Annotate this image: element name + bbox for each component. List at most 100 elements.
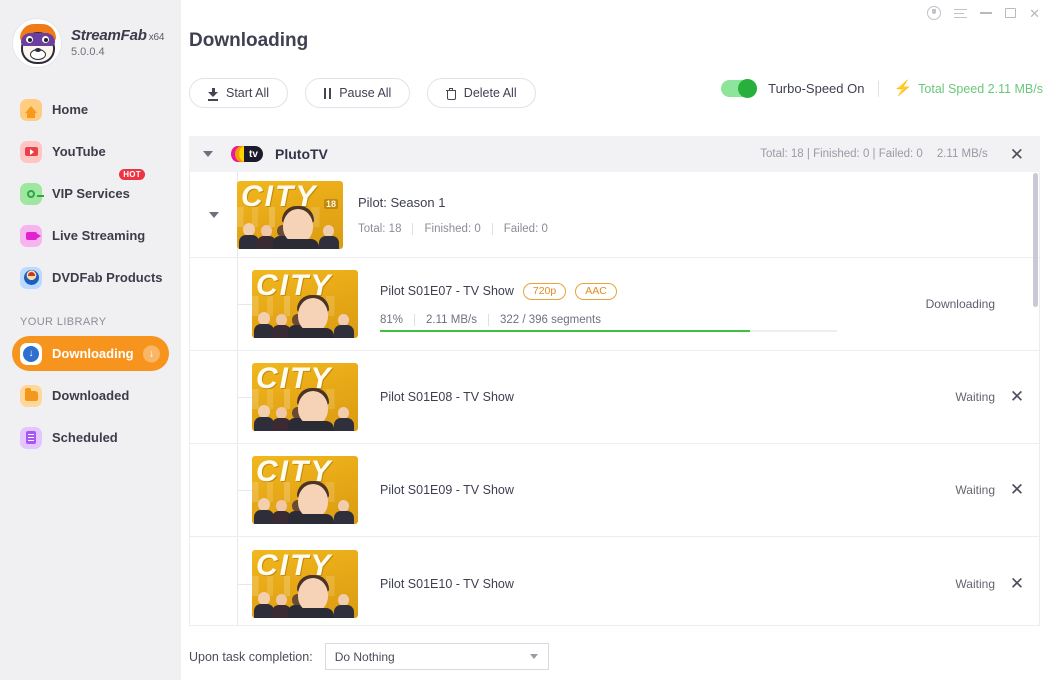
total-speed-label: Total Speed 2.11 MB/s (918, 81, 1043, 96)
audio-badge: AAC (575, 282, 617, 300)
app-window: StreamFab x64 5.0.0.4 Home YouTube VIP Se… (0, 0, 1050, 680)
sidebar-item-label: Home (52, 102, 89, 117)
home-icon (20, 98, 42, 121)
episode-speed: 2.11 MB/s (426, 313, 477, 326)
group-stats: Total: 18 | Finished: 0 | Failed: 0 (760, 148, 923, 160)
season-collapse-toggle[interactable] (190, 211, 237, 218)
season-failed: Failed: 0 (503, 222, 548, 235)
sidebar-item-home[interactable]: Home (12, 92, 169, 127)
download-list-panel: tv PlutoTV Total: 18 | Finished: 0 | Fai… (189, 136, 1040, 626)
season-title: Pilot: Season 1 (358, 194, 446, 210)
brand-header: StreamFab x64 5.0.0.4 (0, 0, 181, 68)
tree-connector (237, 583, 252, 585)
brand-version: 5.0.0.4 (71, 46, 105, 59)
youtube-icon (20, 140, 42, 163)
footer-bar: Upon task completion: Do Nothing (189, 643, 549, 670)
episode-segments: 322 / 396 segments (499, 313, 601, 326)
trash-icon (445, 87, 457, 100)
table-row[interactable]: CITY (190, 351, 1039, 444)
pause-all-label: Pause All (339, 86, 392, 100)
primary-nav: Home YouTube VIP Services HOT Live Strea… (0, 92, 181, 295)
sidebar-item-vip-services[interactable]: VIP Services HOT (12, 169, 169, 211)
sidebar-item-downloading[interactable]: ↓ Downloading ↓ (12, 336, 169, 371)
list-scrollbar[interactable] (1032, 173, 1039, 625)
select-value: Do Nothing (334, 649, 395, 664)
divider (878, 80, 880, 97)
main-content: ✕ Downloading Start All Pause All Delete… (181, 0, 1050, 680)
season-total: Total: 18 (358, 222, 402, 235)
sidebar-item-label: Scheduled (52, 430, 118, 445)
sidebar-item-dvdfab-products[interactable]: DVDFab Products (12, 260, 169, 295)
delete-all-button[interactable]: Delete All (426, 78, 536, 108)
table-row[interactable]: CITY (190, 444, 1039, 537)
episode-poster-thumbnail: CITY (252, 456, 358, 524)
library-nav: ↓ Downloading ↓ Downloaded Scheduled (0, 336, 181, 455)
turbo-speed-toggle[interactable] (721, 79, 758, 98)
moon-icon[interactable] (927, 6, 942, 20)
status-badge: Waiting (955, 390, 995, 404)
folder-icon (20, 384, 42, 407)
poster-rating-badge: 18 (323, 198, 338, 209)
episode-percent: 81% (380, 313, 404, 326)
brand-arch: x64 (148, 32, 165, 44)
turbo-speed-area: Turbo-Speed On ⚡ Total Speed 2.11 MB/s (721, 79, 1043, 98)
download-arrow-icon-trailing: ↓ (143, 345, 160, 362)
status-badge: Waiting (955, 576, 995, 591)
pause-icon (323, 87, 332, 99)
plutotv-logo-icon: tv (231, 144, 263, 164)
episode-poster-thumbnail: CITY (252, 363, 358, 431)
group-close-button[interactable]: ✕ (1010, 146, 1024, 163)
progress-bar (380, 329, 837, 332)
group-header-plutotv[interactable]: tv PlutoTV Total: 18 | Finished: 0 | Fai… (189, 136, 1040, 172)
brand-name: StreamFab x64 (71, 27, 164, 44)
tree-connector (237, 304, 252, 305)
sidebar-item-label: Live Streaming (52, 228, 146, 243)
tree-line (237, 537, 238, 625)
progress-bar-fill (380, 329, 751, 332)
brand-name-text: StreamFab (71, 27, 147, 45)
season-row[interactable]: CITY 18 Pilot: Season 1 Total: 18 Finish… (190, 172, 1039, 258)
sidebar-item-label: Downloaded (52, 388, 130, 403)
status-badge: Waiting (955, 483, 995, 497)
minimize-icon[interactable] (980, 12, 993, 14)
quality-badge: 720p (522, 282, 567, 300)
upon-task-completion-select[interactable]: Do Nothing (324, 643, 549, 670)
scrollbar-thumb[interactable] (1033, 173, 1038, 307)
hamburger-menu-icon[interactable] (954, 8, 968, 18)
status-badge-hot: HOT (119, 169, 145, 180)
table-row[interactable]: CITY (190, 258, 1039, 351)
close-icon[interactable]: ✕ (1029, 7, 1040, 20)
start-all-label: Start All (226, 86, 270, 100)
table-row[interactable]: CITY (190, 537, 1039, 625)
sidebar-item-scheduled[interactable]: Scheduled (12, 420, 169, 455)
episode-title: Pilot S01E09 - TV Show (380, 483, 514, 497)
upon-task-completion-label: Upon task completion: (189, 649, 313, 664)
sidebar-item-youtube[interactable]: YouTube (12, 134, 169, 169)
list-icon (20, 426, 42, 449)
key-icon (20, 182, 44, 205)
sidebar-item-label: Downloading (52, 346, 134, 361)
download-list-body: CITY 18 Pilot: Season 1 Total: 18 Finish… (189, 172, 1040, 626)
episode-title: Pilot S01E08 - TV Show (380, 390, 514, 404)
start-all-button[interactable]: Start All (189, 78, 289, 108)
sidebar-item-label: YouTube (52, 144, 106, 159)
sidebar-item-live-streaming[interactable]: Live Streaming (12, 218, 169, 253)
group-speed: 2.11 MB/s (936, 148, 988, 160)
sidebar-item-label: DVDFab Products (52, 270, 163, 285)
chevron-down-icon (529, 654, 538, 659)
pause-all-button[interactable]: Pause All (304, 78, 411, 108)
maximize-icon[interactable] (1005, 8, 1017, 18)
sidebar-item-label: VIP Services (52, 186, 130, 201)
delete-all-label: Delete All (463, 86, 517, 100)
sidebar-item-downloaded[interactable]: Downloaded (12, 378, 169, 413)
episode-poster-thumbnail: CITY (252, 549, 358, 618)
chevron-down-icon[interactable] (203, 151, 213, 157)
season-meta: Total: 18 Finished: 0 Failed: 0 (358, 222, 548, 235)
sloth-mascot-icon (12, 18, 62, 68)
sidebar: StreamFab x64 5.0.0.4 Home YouTube VIP Se… (0, 0, 181, 680)
status-badge: Downloading (925, 297, 995, 311)
page-title: Downloading (189, 30, 309, 51)
group-name: PlutoTV (275, 146, 328, 162)
chevron-down-icon[interactable] (208, 211, 219, 218)
episode-title: Pilot S01E10 - TV Show (380, 576, 514, 591)
